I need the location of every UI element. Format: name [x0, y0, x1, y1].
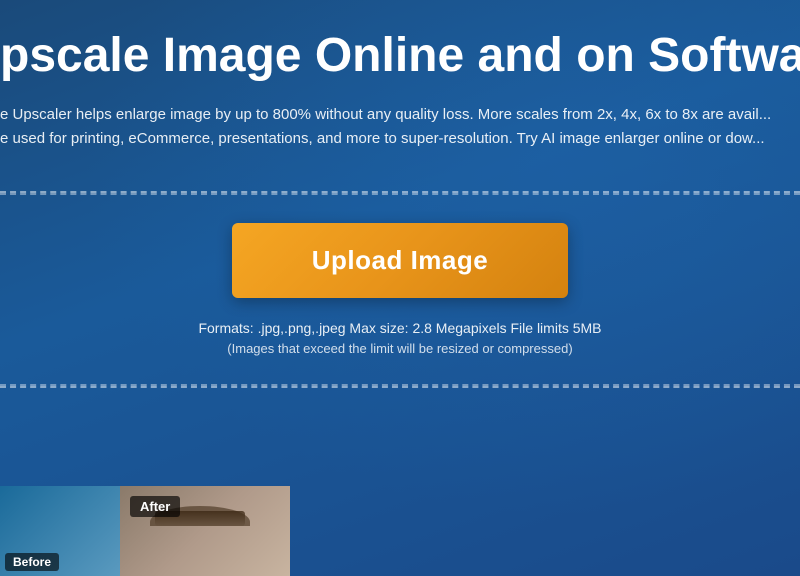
before-image: Before: [0, 486, 120, 576]
description-section: e Upscaler helps enlarge image by up to …: [0, 103, 800, 171]
formats-note: (Images that exceed the limit will be re…: [198, 341, 601, 356]
description-line-1: e Upscaler helps enlarge image by up to …: [0, 103, 800, 127]
upload-drop-zone[interactable]: Upload Image Formats: .jpg,.png,.jpeg Ma…: [0, 191, 800, 388]
formats-info: Formats: .jpg,.png,.jpeg Max size: 2.8 M…: [198, 316, 601, 356]
after-image: After: [120, 486, 290, 576]
title-section: pscale Image Online and on Software: [0, 0, 800, 103]
formats-label: Formats: .jpg,.png,.jpeg Max size: 2.8 M…: [198, 316, 601, 341]
preview-section: Before After: [0, 476, 800, 576]
description-line-2: e used for printing, eCommerce, presenta…: [0, 127, 800, 151]
before-label: Before: [5, 553, 59, 571]
upload-image-button[interactable]: Upload Image: [232, 223, 568, 298]
main-container: pscale Image Online and on Software e Up…: [0, 0, 800, 576]
page-title: pscale Image Online and on Software: [0, 30, 800, 83]
after-label: After: [130, 496, 180, 517]
